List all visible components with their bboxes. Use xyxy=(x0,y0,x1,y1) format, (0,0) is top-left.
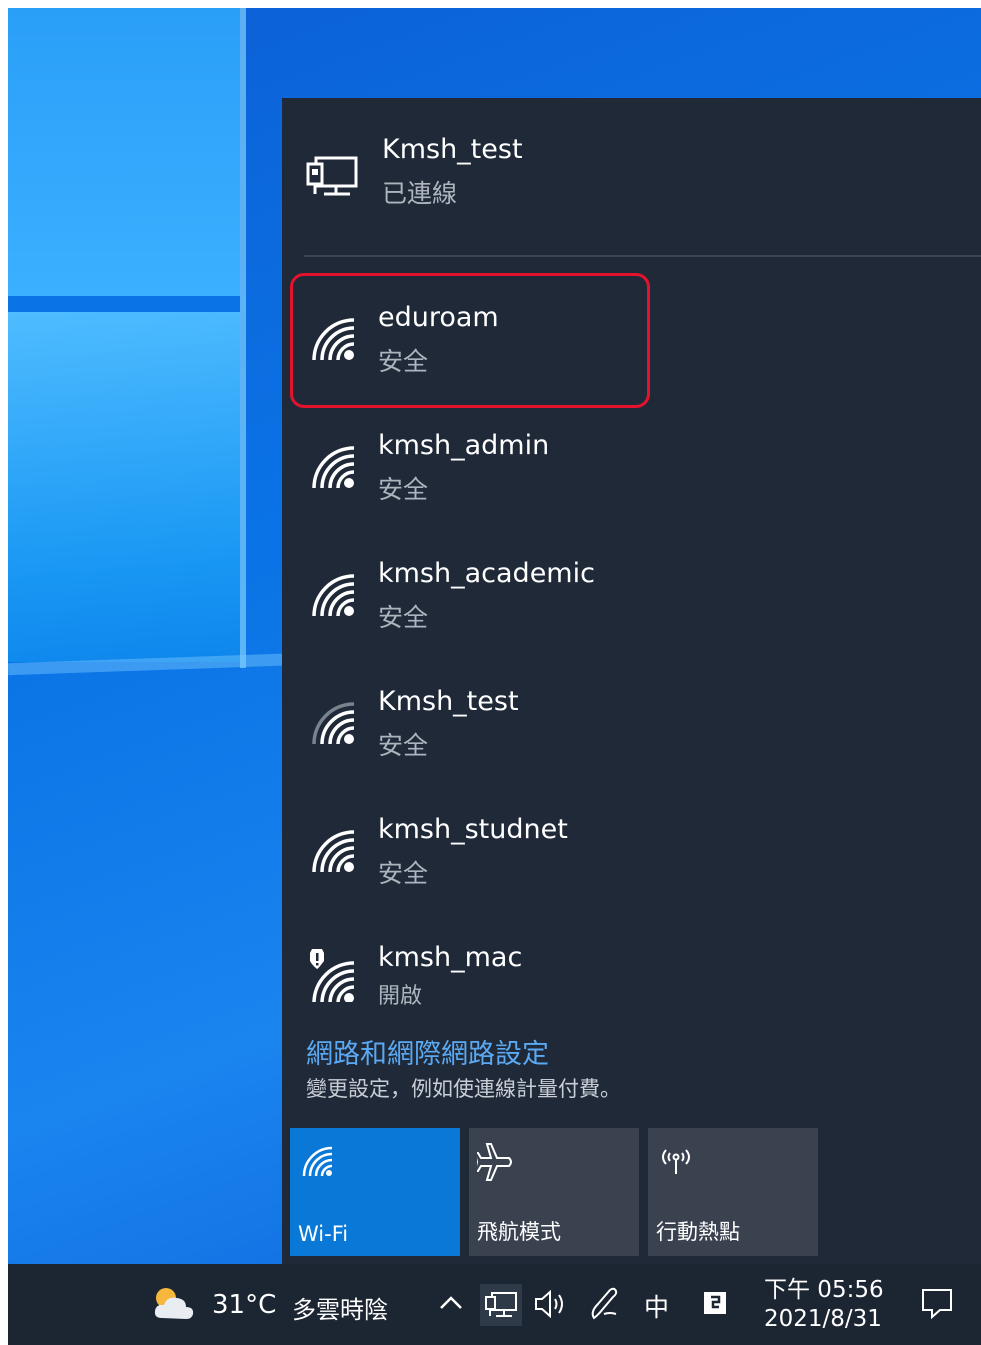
wifi-warning-icon xyxy=(310,949,355,1002)
network-name: kmsh_studnet xyxy=(378,814,568,845)
notification-icon[interactable] xyxy=(918,1284,956,1322)
taskbar: 31°C 多雲時陰 中 下午 05:56 2021/8/31 xyxy=(8,1264,981,1345)
network-status: 安全 xyxy=(378,603,429,632)
wifi-icon xyxy=(302,1146,333,1177)
cloudy-weather-icon[interactable] xyxy=(150,1284,196,1324)
connected-network-name: Kmsh_test xyxy=(382,134,523,165)
network-name: kmsh_admin xyxy=(378,430,550,461)
network-status: 安全 xyxy=(378,475,429,504)
airplane-icon xyxy=(477,1143,512,1181)
wallpaper-pane-gap xyxy=(8,296,246,312)
network-status: 安全 xyxy=(378,731,429,760)
tile-label: Wi-Fi xyxy=(298,1222,349,1246)
pen-workspace-icon[interactable] xyxy=(586,1284,622,1324)
wifi-icon xyxy=(312,446,355,489)
wifi-icon xyxy=(312,830,355,873)
volume-icon[interactable] xyxy=(530,1286,570,1322)
connected-network-status: 已連線 xyxy=(382,179,458,208)
network-tray-icon[interactable] xyxy=(480,1284,522,1326)
wallpaper-window-pane xyxy=(8,312,240,662)
wallpaper-pane-edge xyxy=(240,8,246,668)
network-item-kmsh-mac[interactable]: kmsh_mac 開啟 xyxy=(290,916,650,1044)
clock-date[interactable]: 2021/8/31 xyxy=(764,1306,882,1332)
network-status: 安全 xyxy=(378,859,429,888)
network-status: 安全 xyxy=(378,347,429,376)
network-name: kmsh_mac xyxy=(378,942,523,973)
network-name: Kmsh_test xyxy=(378,686,519,717)
wifi-icon xyxy=(312,318,355,361)
chevron-up-icon[interactable] xyxy=(436,1288,466,1318)
network-settings-link[interactable]: 網路和網際網路設定 xyxy=(306,1032,549,1071)
network-item-kmsh-academic[interactable]: kmsh_academic 安全 xyxy=(290,532,650,660)
ethernet-icon xyxy=(306,156,358,196)
mobile-hotspot-tile[interactable]: 行動熱點 xyxy=(648,1128,818,1256)
network-item-kmsh-admin[interactable]: kmsh_admin 安全 xyxy=(290,404,650,532)
tile-label: 飛航模式 xyxy=(477,1220,561,1244)
network-item-kmsh-studnet[interactable]: kmsh_studnet 安全 xyxy=(290,788,650,916)
ime-mode-icon[interactable] xyxy=(700,1288,730,1318)
wifi-toggle-tile[interactable]: Wi-Fi xyxy=(290,1128,460,1256)
flyout-divider xyxy=(304,255,981,257)
airplane-mode-tile[interactable]: 飛航模式 xyxy=(469,1128,639,1256)
tile-label: 行動熱點 xyxy=(656,1220,740,1244)
network-name: kmsh_academic xyxy=(378,558,595,589)
hotspot-icon xyxy=(662,1149,690,1174)
network-settings-description: 變更設定，例如使連線計量付費。 xyxy=(306,1077,621,1101)
network-item-kmsh-test[interactable]: Kmsh_test 安全 xyxy=(290,660,650,788)
clock-time[interactable]: 下午 05:56 xyxy=(764,1270,884,1304)
wallpaper-window-pane xyxy=(8,8,240,296)
network-name: eduroam xyxy=(378,302,499,333)
wifi-icon xyxy=(312,574,355,617)
wifi-icon xyxy=(312,702,355,745)
connected-network[interactable]: Kmsh_test 已連線 xyxy=(282,98,981,256)
network-flyout: Kmsh_test 已連線 eduroam 安全 kmsh_admin 安全 k… xyxy=(282,98,981,1264)
weather-temperature[interactable]: 31°C xyxy=(212,1290,276,1320)
network-status: 開啟 xyxy=(378,984,423,1009)
network-item-eduroam[interactable]: eduroam 安全 xyxy=(290,276,650,404)
weather-condition[interactable]: 多雲時陰 xyxy=(292,1290,388,1325)
ime-language-indicator[interactable]: 中 xyxy=(644,1288,669,1324)
